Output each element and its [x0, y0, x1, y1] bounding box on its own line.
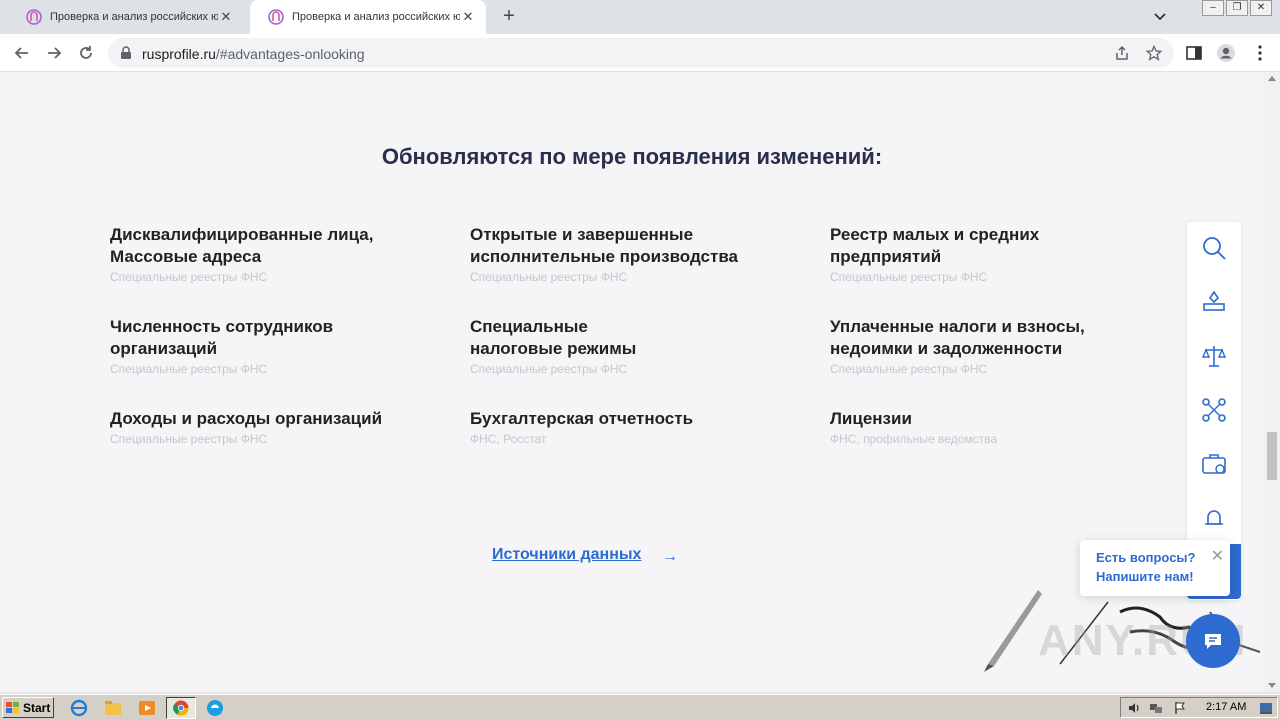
feature-title: Лицензии — [830, 409, 912, 428]
organization-icon[interactable] — [1200, 288, 1228, 316]
feature-item: Уплаченные налоги и взносы, недоимки и з… — [830, 316, 1160, 378]
url-text: rusprofile.ru/#advantages-onlooking — [142, 46, 365, 62]
feature-source: Специальные реестры ФНС — [470, 362, 628, 376]
feature-title: Доходы и расходы организаций — [110, 409, 383, 428]
chat-prompt-line1: Есть вопросы? — [1096, 550, 1196, 565]
feature-title: Открытые и завершенные исполнительные пр… — [470, 225, 738, 266]
feature-title: Численность сотрудников организаций — [110, 317, 334, 358]
edge-icon[interactable] — [204, 698, 226, 718]
profile-avatar-icon[interactable] — [1216, 43, 1236, 63]
scroll-down-arrow-icon[interactable] — [1268, 683, 1276, 688]
restore-button[interactable]: ❐ — [1226, 0, 1248, 16]
action-center-flag-icon[interactable] — [1173, 701, 1187, 715]
side-panel-icon[interactable] — [1184, 43, 1204, 63]
scrollbar-thumb[interactable] — [1267, 432, 1277, 480]
rusprofile-favicon-icon — [26, 9, 42, 25]
feature-item: Лицензии ФНС, профильные ведомства — [830, 408, 1160, 448]
url-path: /#advantages-onlooking — [215, 46, 365, 62]
scroll-up-arrow-icon[interactable] — [1268, 76, 1276, 81]
vertical-scrollbar[interactable] — [1264, 72, 1280, 692]
system-tray: 2:17 AM — [1120, 697, 1278, 718]
bookmark-star-icon[interactable] — [1146, 45, 1162, 61]
feature-source: ФНС, Росстат — [470, 432, 547, 446]
briefcase-icon[interactable] — [1200, 450, 1228, 478]
feature-item: Специальные налоговые режимы Специальные… — [470, 316, 800, 378]
close-window-button[interactable]: ✕ — [1250, 0, 1272, 16]
section-heading: Обновляются по мере появления изменений: — [381, 144, 883, 169]
start-label: Start — [23, 700, 51, 715]
tab-title: Проверка и анализ российских юр — [292, 11, 460, 23]
new-tab-button[interactable]: + — [498, 6, 520, 28]
browser-toolbar: rusprofile.ru/#advantages-onlooking — [0, 34, 1280, 72]
forward-arrow-icon[interactable] — [44, 43, 64, 63]
feature-source: Специальные реестры ФНС — [830, 362, 988, 376]
windows-taskbar: Start 2:17 AM — [0, 694, 1280, 720]
tab-strip: Проверка и анализ российских юр ✕ Провер… — [0, 0, 1280, 34]
chrome-menu-icon[interactable] — [1250, 43, 1270, 63]
arrow-right-icon[interactable]: → — [662, 548, 678, 566]
feature-source: Специальные реестры ФНС — [470, 270, 628, 284]
volume-icon[interactable] — [1127, 701, 1141, 715]
url-host: rusprofile.ru — [142, 46, 216, 62]
search-icon[interactable] — [1200, 234, 1228, 262]
network-icon[interactable] — [1149, 701, 1163, 715]
scales-icon[interactable] — [1200, 342, 1228, 370]
feature-item: Реестр малых и средних предприятий Специ… — [830, 224, 1160, 286]
feature-source: Специальные реестры ФНС — [110, 270, 268, 284]
feature-title: Реестр малых и средних предприятий — [830, 225, 1040, 266]
feature-source: Специальные реестры ФНС — [110, 362, 268, 376]
chat-icon — [1205, 634, 1221, 649]
rusprofile-favicon-icon — [268, 9, 284, 25]
internet-explorer-icon[interactable] — [68, 698, 90, 718]
tab-2-active[interactable]: Проверка и анализ российских юр ✕ — [250, 0, 486, 34]
notification-bell-icon[interactable] — [1200, 504, 1228, 532]
chat-prompt-line2: Напишите нам! — [1096, 569, 1194, 584]
feature-item: Численность сотрудников организаций Спец… — [110, 316, 440, 378]
address-bar[interactable]: rusprofile.ru/#advantages-onlooking — [108, 38, 1174, 68]
taskbar-clock: 2:17 AM — [1206, 701, 1247, 713]
feature-title: Уплаченные налоги и взносы, недоимки и з… — [830, 317, 1085, 358]
tab-close-icon[interactable]: ✕ — [218, 9, 234, 25]
chrome-taskbar-button[interactable] — [166, 697, 196, 719]
feature-item: Доходы и расходы организаций Специальные… — [110, 408, 440, 448]
tab-close-icon[interactable]: ✕ — [460, 9, 476, 25]
file-explorer-icon[interactable] — [102, 698, 124, 718]
feature-item: Открытые и завершенные исполнительные пр… — [470, 224, 800, 286]
chat-button[interactable] — [1186, 614, 1240, 668]
web-page: Обновляются по мере появления изменений:… — [0, 72, 1264, 692]
close-icon[interactable]: ✕ — [1211, 546, 1224, 566]
feature-source: Специальные реестры ФНС — [110, 432, 268, 446]
feature-source: Специальные реестры ФНС — [830, 270, 988, 284]
window-controls: – ❐ ✕ — [1202, 0, 1272, 18]
share-icon[interactable] — [1114, 45, 1130, 61]
tab-search-chevron-icon[interactable] — [1152, 10, 1168, 24]
show-desktop-icon[interactable] — [1259, 701, 1273, 715]
feature-item: Дисквалифицированные лица, Массовые адре… — [110, 224, 440, 286]
back-arrow-icon[interactable] — [12, 43, 32, 63]
data-sources-link[interactable]: Источники данных — [492, 546, 641, 564]
feature-source: ФНС, профильные ведомства — [830, 432, 998, 446]
reload-icon[interactable] — [76, 43, 96, 63]
start-button[interactable]: Start — [2, 697, 54, 718]
feature-item: Бухгалтерская отчетность ФНС, Росстат — [470, 408, 800, 448]
lock-icon[interactable] — [120, 46, 132, 60]
connections-icon[interactable] — [1200, 396, 1228, 424]
tab-1[interactable]: Проверка и анализ российских юр ✕ — [8, 0, 244, 34]
windows-logo-icon — [6, 701, 19, 713]
tab-title: Проверка и анализ российских юр — [50, 11, 218, 23]
feature-title: Специальные налоговые режимы — [470, 317, 637, 358]
chat-prompt-bubble[interactable]: Есть вопросы? Напишите нам! ✕ — [1080, 540, 1230, 596]
minimize-button[interactable]: – — [1202, 0, 1224, 16]
chrome-icon — [173, 700, 189, 716]
media-player-icon[interactable] — [136, 698, 158, 718]
feature-title: Бухгалтерская отчетность — [470, 409, 694, 428]
feature-title: Дисквалифицированные лица, Массовые адре… — [110, 225, 374, 266]
